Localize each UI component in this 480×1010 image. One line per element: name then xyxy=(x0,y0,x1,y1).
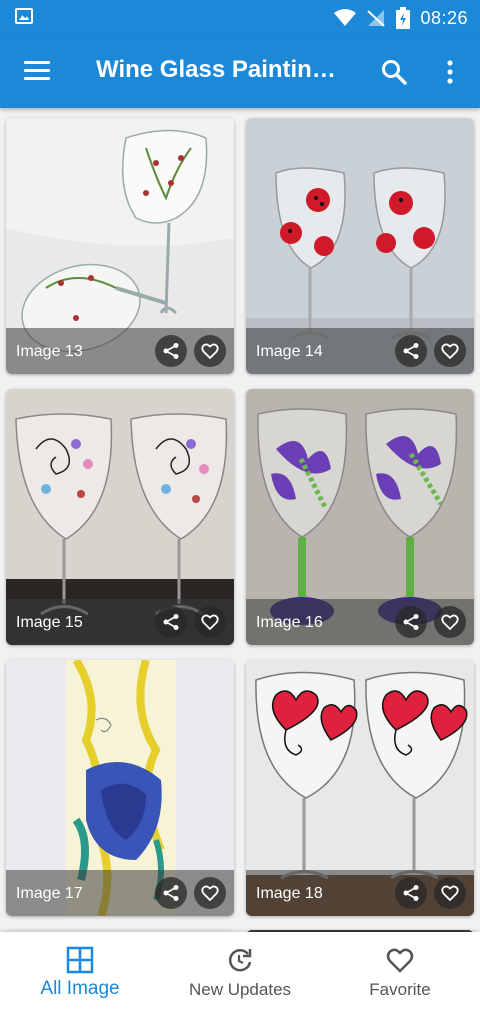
gallery-card[interactable]: Image 16 xyxy=(246,389,474,645)
battery-charging-icon xyxy=(396,7,411,29)
nav-label: New Updates xyxy=(188,980,292,999)
refresh-icon xyxy=(228,949,252,972)
share-button[interactable] xyxy=(155,877,187,909)
nav-label: Favorite xyxy=(369,980,431,999)
nav-favorite[interactable]: Favorite xyxy=(320,932,480,1010)
favorite-button[interactable] xyxy=(434,877,466,909)
heart-outline-icon xyxy=(441,614,459,630)
share-icon xyxy=(163,885,179,901)
image-caption: Image 16 xyxy=(256,614,323,631)
search-icon[interactable] xyxy=(380,58,408,86)
share-icon xyxy=(403,885,419,901)
heart-icon xyxy=(386,948,414,973)
gallery-card[interactable]: Image 17 xyxy=(6,660,234,916)
image-caption: Image 18 xyxy=(256,885,323,902)
heart-outline-icon xyxy=(441,885,459,901)
more-vert-icon[interactable] xyxy=(440,58,460,86)
favorite-button[interactable] xyxy=(434,606,466,638)
heart-outline-icon xyxy=(441,343,459,359)
image-grid: Image 13 Image 14 Image 15 Image 16 Imag… xyxy=(0,108,480,932)
share-button[interactable] xyxy=(395,606,427,638)
gallery-card[interactable]: Image 18 xyxy=(246,660,474,916)
heart-outline-icon xyxy=(201,614,219,630)
app-title: Wine Glass Paintin… xyxy=(96,56,336,83)
nav-all-image[interactable]: All Image xyxy=(0,932,160,1010)
share-button[interactable] xyxy=(395,877,427,909)
share-icon xyxy=(163,614,179,630)
image-caption: Image 15 xyxy=(16,614,83,631)
wifi-icon xyxy=(334,9,357,26)
favorite-button[interactable] xyxy=(194,335,226,367)
share-icon xyxy=(403,614,419,630)
image-caption: Image 17 xyxy=(16,885,83,902)
share-button[interactable] xyxy=(395,335,427,367)
app-bar: Wine Glass Paintin… xyxy=(0,36,480,108)
share-button[interactable] xyxy=(155,606,187,638)
heart-outline-icon xyxy=(201,885,219,901)
favorite-button[interactable] xyxy=(194,877,226,909)
gallery-card[interactable]: Image 15 xyxy=(6,389,234,645)
share-button[interactable] xyxy=(155,335,187,367)
gallery-card[interactable]: Image 13 xyxy=(6,118,234,374)
gallery-card[interactable]: Image 14 xyxy=(246,118,474,374)
heart-outline-icon xyxy=(201,343,219,359)
image-caption: Image 13 xyxy=(16,343,83,360)
nav-new-updates[interactable]: New Updates xyxy=(160,932,320,1010)
no-signal-icon xyxy=(367,10,386,27)
image-caption: Image 14 xyxy=(256,343,323,360)
grid-icon xyxy=(66,946,94,974)
status-bar: 08:26 xyxy=(0,0,480,36)
favorite-button[interactable] xyxy=(434,335,466,367)
menu-icon[interactable] xyxy=(24,61,50,83)
share-icon xyxy=(403,343,419,359)
status-icons: 08:26 xyxy=(334,6,468,30)
nav-label: All Image xyxy=(40,978,120,999)
bottom-navigation: All Image New Updates Favorite xyxy=(0,932,480,1010)
share-icon xyxy=(163,343,179,359)
favorite-button[interactable] xyxy=(194,606,226,638)
gallery-notification-icon xyxy=(15,8,33,24)
clock: 08:26 xyxy=(420,7,468,28)
